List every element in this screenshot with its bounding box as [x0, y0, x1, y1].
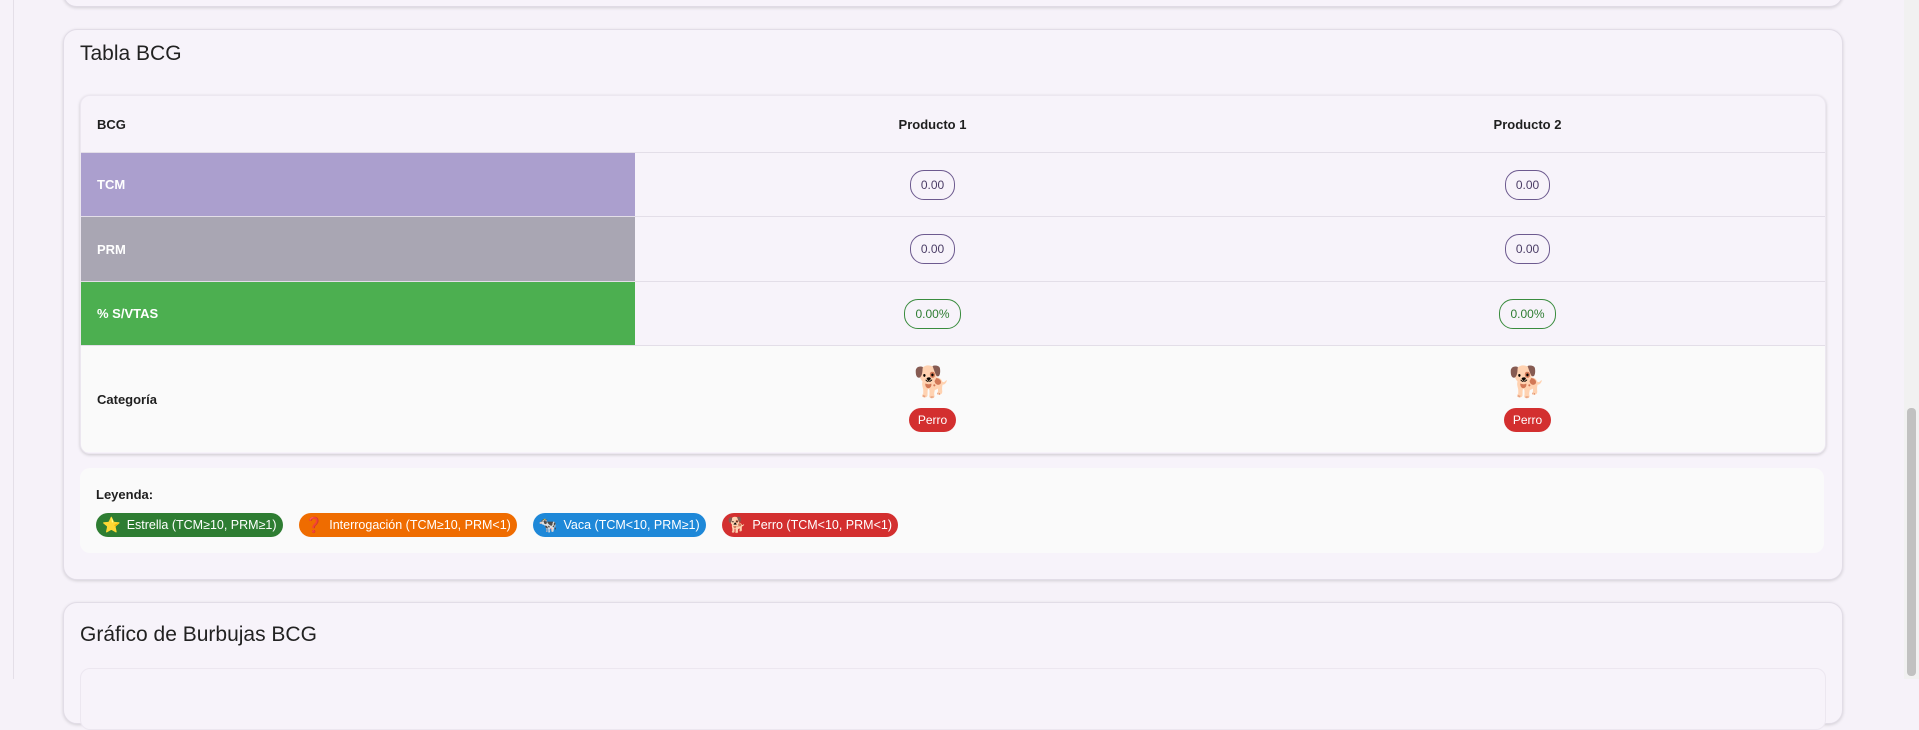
- bubble-chart-container: [80, 668, 1826, 730]
- legend-chip-estrella: ⭐ Estrella (TCM≥10, PRM≥1): [96, 513, 283, 537]
- star-icon: ⭐: [102, 517, 121, 534]
- legend-chip-vaca: 🐄 Vaca (TCM<10, PRM≥1): [532, 513, 706, 537]
- prm-value-producto-2: 0.00: [1504, 234, 1551, 264]
- row-label-tcm: TCM: [81, 152, 635, 217]
- page-left-border: [13, 0, 14, 679]
- header-bcg: BCG: [81, 96, 635, 153]
- scrollbar-thumb[interactable]: [1907, 408, 1916, 676]
- legend-title: Leyenda:: [96, 487, 154, 502]
- prm-value-producto-1: 0.00: [909, 234, 956, 264]
- legend-chip-list: ⭐ Estrella (TCM≥10, PRM≥1) ❓ Interrogaci…: [96, 513, 898, 537]
- table-row-prm: PRM 0.00 0.00: [81, 216, 1825, 282]
- svtas-value-producto-1: 0.00%: [904, 298, 961, 329]
- table-row-categoria: Categoría 🐕 Perro 🐕 Perro: [81, 345, 1825, 452]
- legend-chip-interrogacion: ❓ Interrogación (TCM≥10, PRM<1): [298, 513, 517, 537]
- legend-label-interrogacion: Interrogación (TCM≥10, PRM<1): [329, 518, 511, 532]
- row-label-svtas: % S/VTAS: [81, 281, 635, 346]
- table-row-tcm: TCM 0.00 0.00: [81, 152, 1825, 217]
- cow-icon: 🐄: [538, 517, 558, 534]
- legend-box: Leyenda: ⭐ Estrella (TCM≥10, PRM≥1) ❓ In…: [80, 468, 1824, 553]
- question-icon: ❓: [304, 517, 324, 534]
- category-badge-producto-1: Perro: [908, 408, 957, 432]
- previous-card-bottom: [63, 0, 1843, 7]
- row-label-prm: PRM: [81, 216, 635, 282]
- bubble-chart-card: Gráfico de Burbujas BCG: [63, 602, 1843, 730]
- category-badge-producto-2: Perro: [1503, 408, 1552, 432]
- dog-icon: 🐕: [913, 366, 952, 399]
- legend-label-vaca: Vaca (TCM<10, PRM≥1): [563, 518, 700, 532]
- tcm-value-producto-1: 0.00: [909, 169, 956, 200]
- table-row-svtas: % S/VTAS 0.00% 0.00%: [81, 281, 1825, 346]
- card-title: Tabla BCG: [80, 42, 182, 65]
- dog-icon: 🐕: [727, 517, 747, 534]
- svtas-value-producto-2: 0.00%: [1499, 298, 1556, 329]
- tcm-value-producto-2: 0.00: [1504, 169, 1551, 200]
- legend-label-perro: Perro (TCM<10, PRM<1): [752, 518, 892, 532]
- row-label-categoria: Categoría: [81, 345, 635, 452]
- header-producto-2: Producto 2: [1230, 96, 1825, 153]
- card-title: Gráfico de Burbujas BCG: [80, 623, 317, 646]
- table-header-row: BCG Producto 1 Producto 2: [81, 96, 1825, 153]
- header-producto-1: Producto 1: [635, 96, 1230, 153]
- bcg-table-container: BCG Producto 1 Producto 2 TCM 0.00 0.00 …: [80, 95, 1826, 454]
- legend-label-estrella: Estrella (TCM≥10, PRM≥1): [126, 518, 277, 532]
- bcg-table: BCG Producto 1 Producto 2 TCM 0.00 0.00 …: [81, 96, 1825, 452]
- bcg-table-card: Tabla BCG BCG Producto 1 Producto 2 TCM …: [63, 29, 1843, 580]
- legend-chip-perro: 🐕 Perro (TCM<10, PRM<1): [721, 513, 898, 537]
- dog-icon: 🐕: [1508, 366, 1547, 399]
